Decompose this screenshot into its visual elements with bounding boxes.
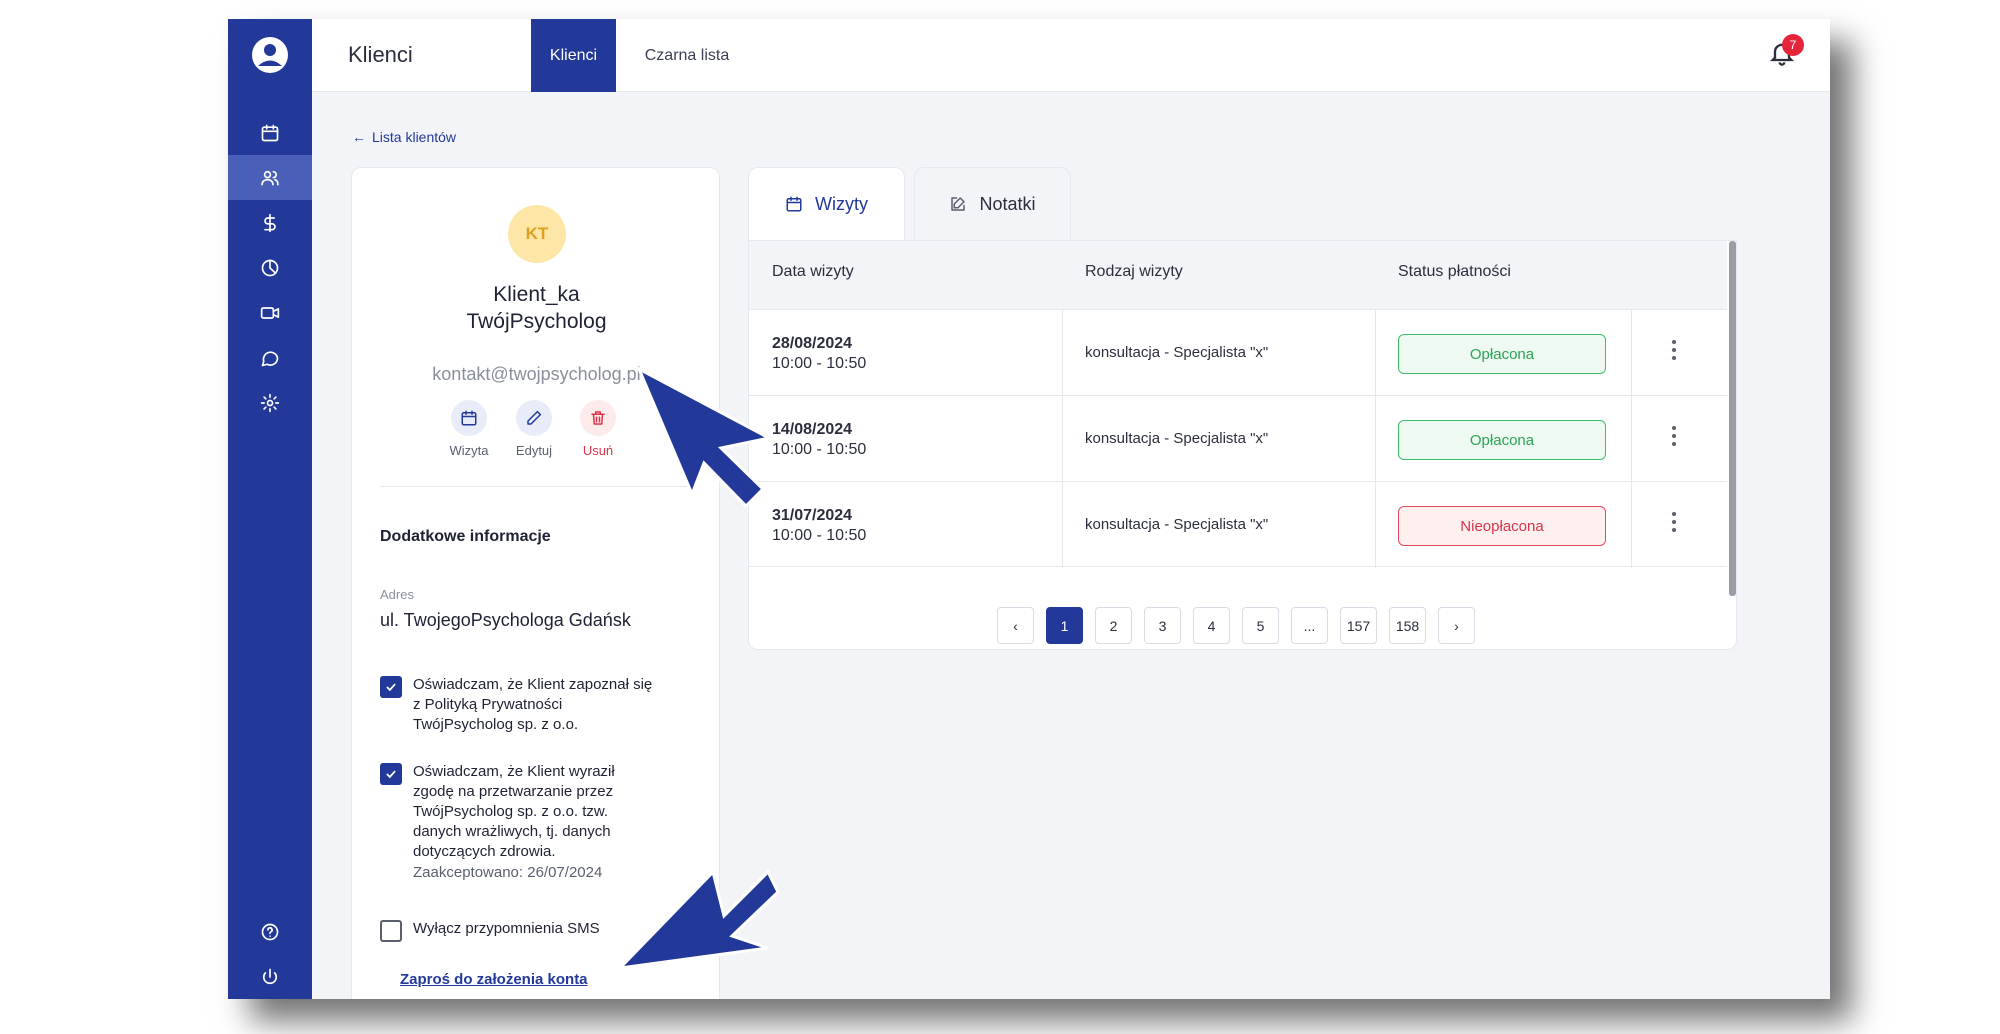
row-menu-icon[interactable] <box>1669 512 1679 538</box>
pagination: ‹ 1 2 3 4 5 ... 157 158 › <box>997 607 1475 644</box>
notifications-button[interactable]: 7 <box>1768 34 1804 72</box>
row-menu-icon[interactable] <box>1669 340 1679 366</box>
pagination-page-4[interactable]: 4 <box>1193 607 1230 644</box>
users-icon <box>261 170 279 185</box>
sidebar-item-chat[interactable] <box>228 335 312 380</box>
power-icon <box>262 968 278 984</box>
delete-client-label: Usuń <box>582 443 614 458</box>
health-consent-checkbox[interactable] <box>380 763 402 785</box>
table-scrollbar[interactable] <box>1729 241 1736 596</box>
column-header-status: Status płatności <box>1398 263 1511 280</box>
edit-icon <box>951 197 966 211</box>
visits-table: Data wizyty Rodzaj wizyty Status płatnoś… <box>748 240 1737 650</box>
pagination-prev-button[interactable]: ‹ <box>997 607 1034 644</box>
status-badge: Opłacona <box>1398 334 1606 374</box>
pencil-icon <box>527 410 542 425</box>
tab-visits[interactable]: Wizyty <box>748 167 905 240</box>
sms-reminders-checkbox[interactable] <box>380 920 402 942</box>
check-icon <box>386 683 396 692</box>
pagination-page-5[interactable]: 5 <box>1242 607 1279 644</box>
pagination-ellipsis: ... <box>1291 607 1328 644</box>
calendar-icon <box>461 410 477 426</box>
pagination-next-button[interactable]: › <box>1438 607 1475 644</box>
sidebar-item-stats[interactable] <box>228 245 312 290</box>
visit-date: 31/07/2024 10:00 - 10:50 <box>772 507 867 544</box>
new-visit-label: Wizyta <box>449 443 489 458</box>
gear-icon <box>260 393 280 412</box>
tab-clients[interactable]: Klienci <box>531 19 616 92</box>
address-value: ul. TwojegoPsychologa Gdańsk <box>380 610 631 630</box>
back-to-client-list-link[interactable]: ← Lista klientów <box>352 129 456 145</box>
edit-client-button[interactable]: Edytuj <box>502 400 566 458</box>
sidebar-item-video[interactable] <box>228 290 312 335</box>
address-label: Adres <box>380 587 414 602</box>
visit-date: 14/08/2024 10:00 - 10:50 <box>772 421 867 458</box>
privacy-policy-consent[interactable]: Oświadczam, że Klient zapoznał się z Pol… <box>380 675 696 735</box>
health-consent-label: Oświadczam, że Klient wyraził zgodę na p… <box>413 763 615 860</box>
tab-visits-label: Wizyty <box>815 193 868 214</box>
chart-pie-icon <box>261 259 279 276</box>
privacy-consent-label: Oświadczam, że Klient zapoznał się z Pol… <box>413 676 653 733</box>
sidebar-item-help[interactable] <box>228 909 312 954</box>
edit-client-label: Edytuj <box>515 443 553 458</box>
new-visit-button[interactable]: Wizyta <box>437 400 501 458</box>
pagination-page-157[interactable]: 157 <box>1340 607 1377 644</box>
status-badge: Opłacona <box>1398 420 1606 460</box>
column-header-kind: Rodzaj wizyty <box>1085 263 1183 280</box>
table-row[interactable]: 28/08/2024 10:00 - 10:50 konsultacja - Sp… <box>749 309 1727 396</box>
back-link-label: Lista klientów <box>372 129 457 145</box>
sidebar-item-clients[interactable] <box>228 155 312 200</box>
calendar-icon <box>261 124 279 141</box>
client-name: Klient_ka TwójPsycholog <box>466 283 607 333</box>
pagination-page-158[interactable]: 158 <box>1389 607 1426 644</box>
tab-notes[interactable]: Notatki <box>914 167 1071 240</box>
visit-kind: konsultacja - Specjalista "x" <box>1085 344 1269 361</box>
arrow-left-icon: ← <box>352 129 366 145</box>
visit-kind: konsultacja - Specjalista "x" <box>1085 430 1269 447</box>
status-badge: Nieopłacona <box>1398 506 1606 546</box>
privacy-consent-checkbox[interactable] <box>380 676 402 698</box>
sidebar-item-logout[interactable] <box>228 954 312 999</box>
tab-blacklist[interactable]: Czarna lista <box>632 19 742 92</box>
row-menu-icon[interactable] <box>1669 426 1679 452</box>
delete-client-button[interactable]: Usuń <box>566 400 630 458</box>
pagination-page-3[interactable]: 3 <box>1144 607 1181 644</box>
table-header: Data wizyty Rodzaj wizyty Status płatnoś… <box>749 241 1727 309</box>
sidebar-item-settings[interactable] <box>228 380 312 425</box>
additional-info-title: Dodatkowe informacje <box>380 528 551 545</box>
client-avatar: KT <box>508 205 566 263</box>
table-row[interactable]: 31/07/2024 10:00 - 10:50 konsultacja - Sp… <box>749 481 1727 568</box>
table-row[interactable]: 14/08/2024 10:00 - 10:50 konsultacja - Sp… <box>749 395 1727 482</box>
sidebar <box>228 19 312 999</box>
top-bar: Klienci Klienci Czarna lista 7 <box>312 19 1830 92</box>
help-icon <box>261 923 279 940</box>
video-icon <box>260 306 280 319</box>
user-avatar-icon[interactable] <box>250 35 290 75</box>
pagination-page-1[interactable]: 1 <box>1046 607 1083 644</box>
chat-icon <box>261 350 279 366</box>
tab-notes-label: Notatki <box>979 193 1036 214</box>
check-icon <box>386 770 396 779</box>
page-title: Klienci <box>348 42 413 67</box>
annotation-arrow-icon <box>615 869 780 971</box>
dollar-icon <box>264 213 276 232</box>
visit-kind: konsultacja - Specjalista "x" <box>1085 516 1269 533</box>
sidebar-item-payments[interactable] <box>228 200 312 245</box>
annotation-arrow-icon <box>635 365 770 509</box>
visit-date: 28/08/2024 10:00 - 10:50 <box>772 335 867 372</box>
notification-badge: 7 <box>1782 34 1804 56</box>
app-window: Klienci Klienci Czarna lista 7 ← Lista k… <box>228 19 1830 999</box>
pagination-page-2[interactable]: 2 <box>1095 607 1132 644</box>
trash-icon <box>591 411 605 425</box>
invite-account-link[interactable]: Zaproś do założenia konta <box>400 971 588 988</box>
sidebar-item-calendar[interactable] <box>228 110 312 155</box>
column-header-date: Data wizyty <box>772 263 854 280</box>
calendar-icon <box>786 196 802 212</box>
